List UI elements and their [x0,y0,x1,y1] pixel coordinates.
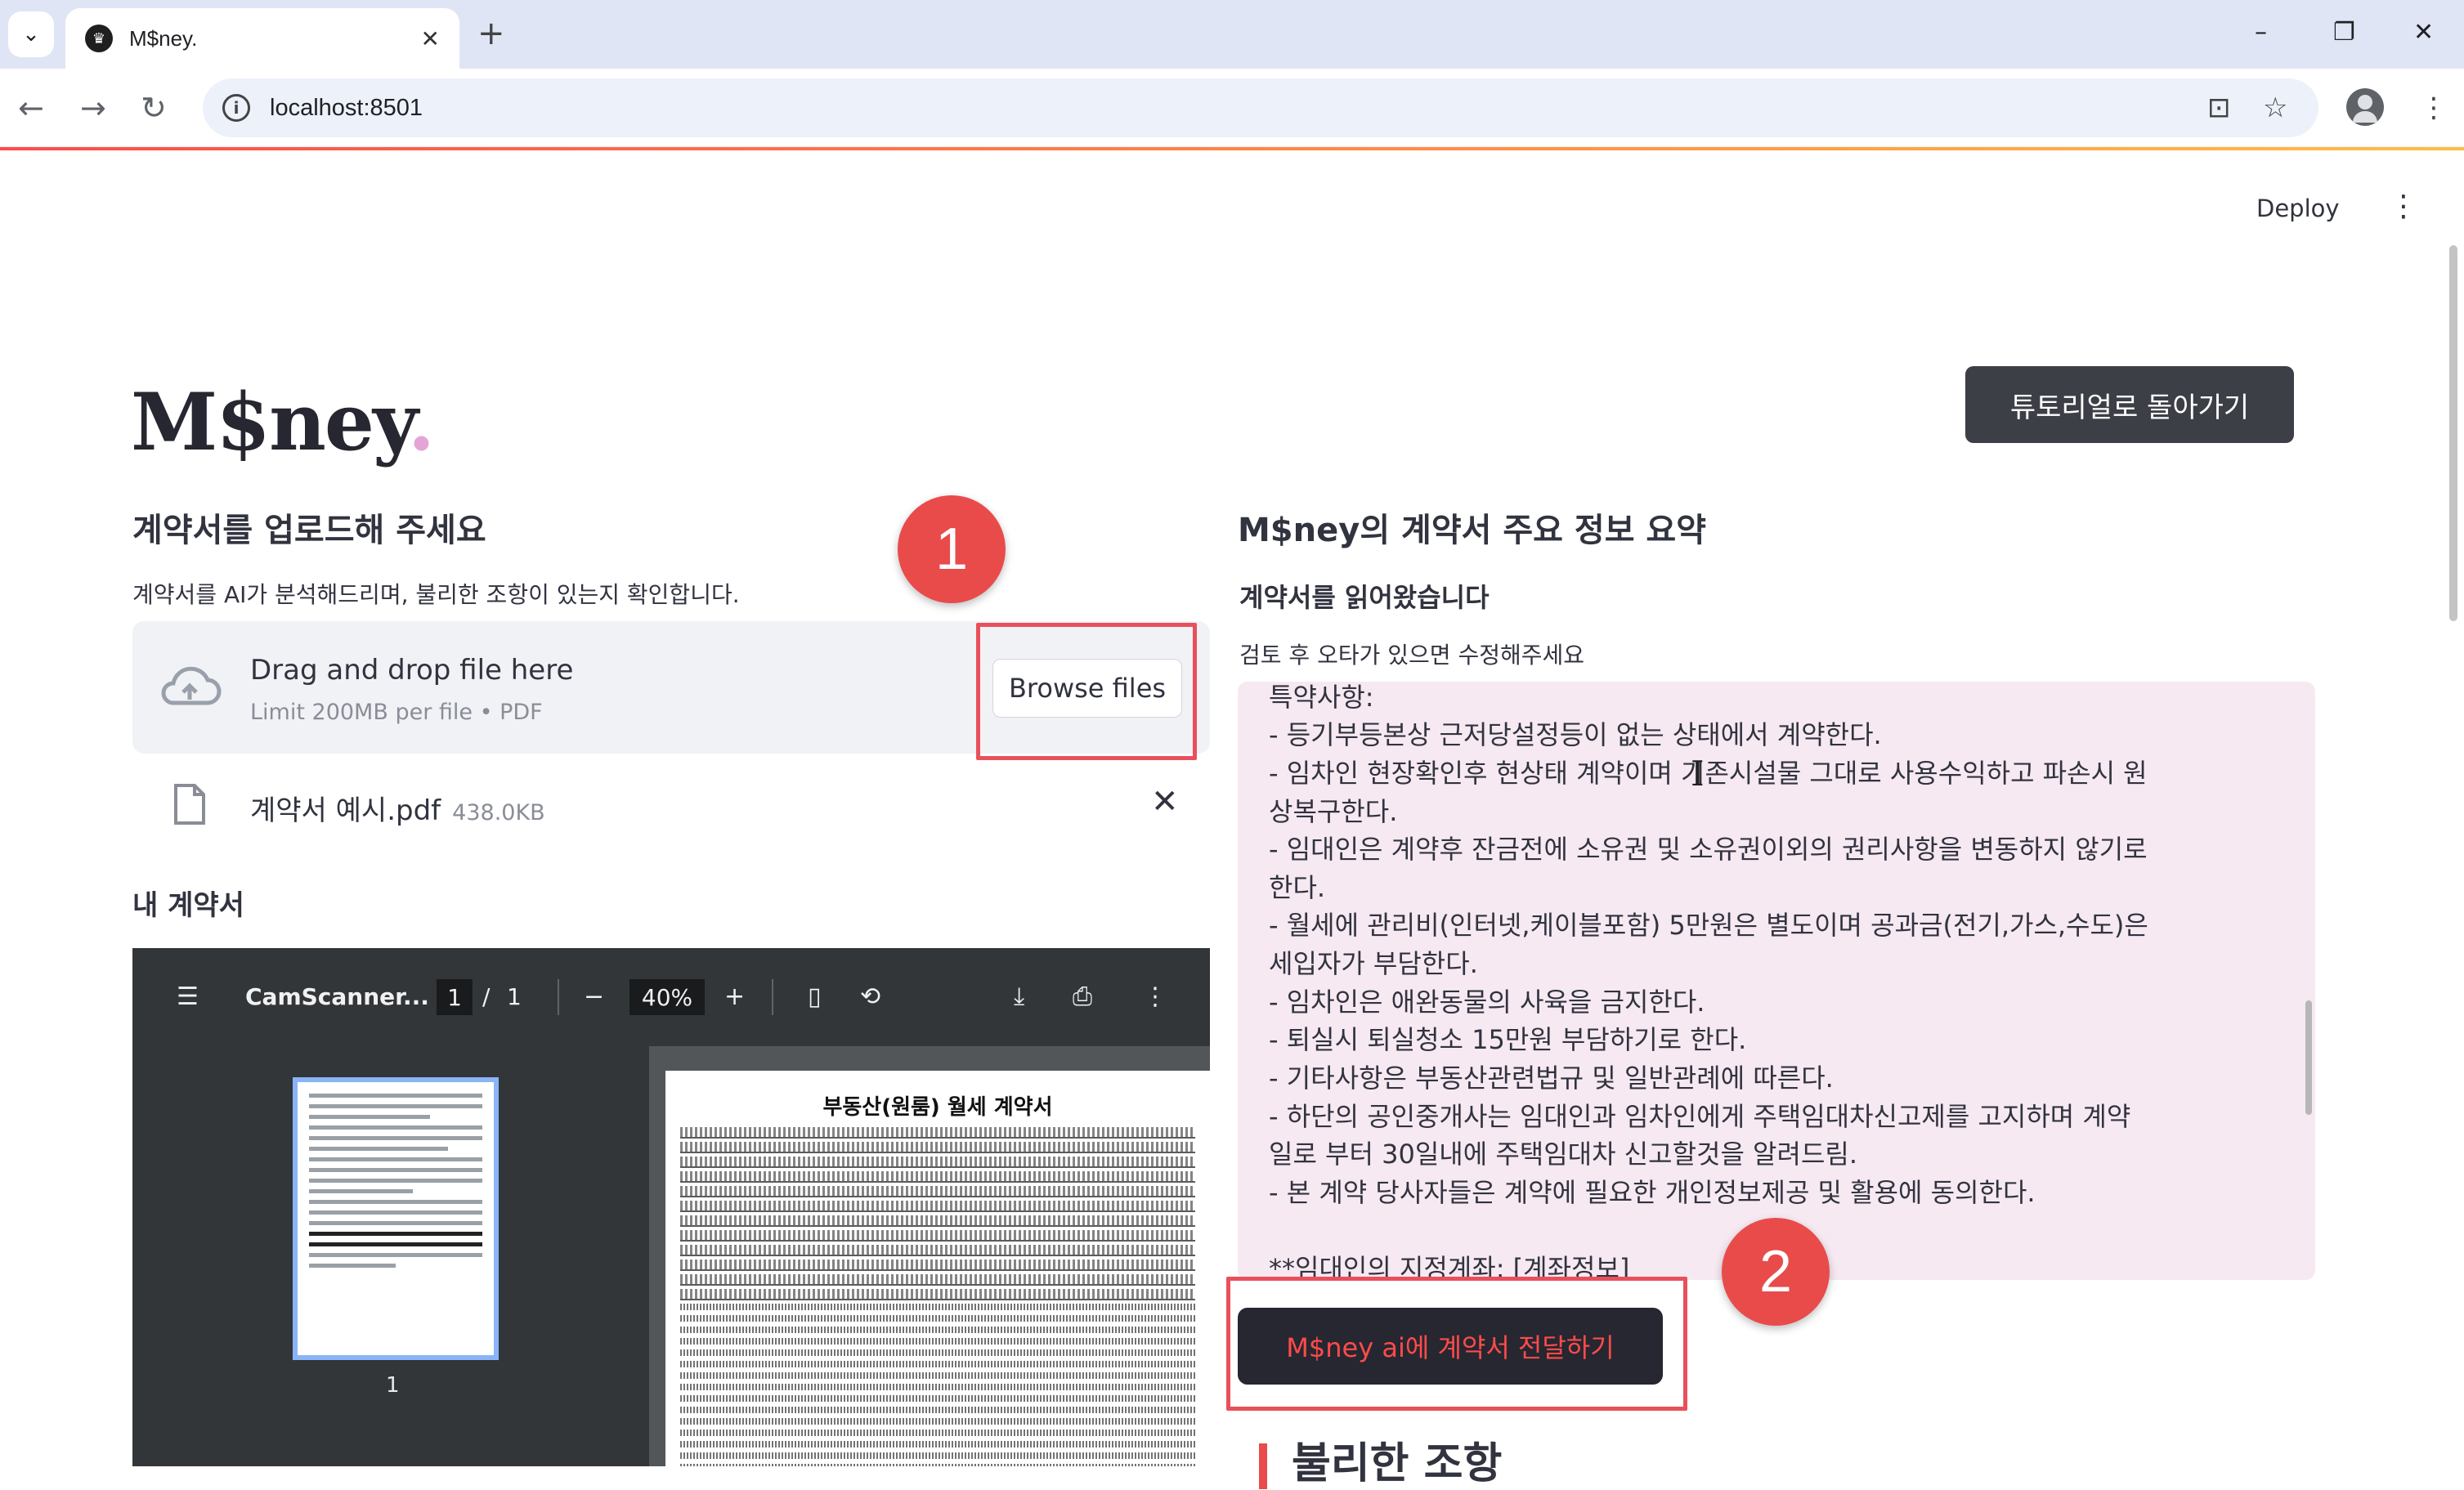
pdf-page-content: 부동산(원룸) 월세 계약서 [665,1071,1210,1466]
contract-text-line: - 임차인 현장확인후 현상태 계약이며 기존시설물 그대로 사용수익하고 파손… [1269,758,2148,789]
pdf-thumbnails-panel: 1 [132,1046,649,1466]
browser-toolbar: ← → ↻ i localhost:8501 ⊡ ☆ ⋮ [0,69,2464,147]
app-favicon-icon: ♛ [85,25,113,52]
contract-text-line: - 하단의 공인중개사는 임대인과 임차인에게 주택임대차신고제를 고지하며 계… [1269,1101,2131,1132]
upload-heading: 계약서를 업로드해 주세요 [132,512,486,549]
profile-avatar-icon[interactable] [2346,88,2384,126]
remove-file-icon[interactable]: ✕ [1151,783,1179,821]
annotation-box-2 [1226,1277,1687,1411]
new-tab-button[interactable]: + [477,13,505,54]
dropzone-instruction: Drag and drop file here [250,654,574,687]
zoom-in-icon[interactable]: + [724,982,745,1012]
summary-subheading: 계약서를 읽어왔습니다 [1239,582,1490,613]
pdf-toolbar-divider [558,979,559,1015]
unfavorable-clauses-heading: 불리한 조항 [1259,1429,1502,1490]
thumbnail-page-number: 1 [386,1373,400,1398]
browser-menu-icon[interactable]: ⋮ [2420,90,2448,126]
pdf-toolbar-divider [772,979,773,1015]
file-icon [174,784,205,825]
tab-title: M$ney. [129,25,198,51]
contract-text-line: - 기타사항은 부동산관련법규 및 일반관례에 따른다. [1269,1063,1834,1094]
reload-icon[interactable]: ↻ [141,88,167,128]
uploaded-file-row: 계약서 예시.pdf 438.0KB ✕ [132,776,1210,842]
restore-button[interactable]: ❐ [2333,16,2355,49]
forward-icon[interactable]: → [80,88,106,128]
contract-text-line: 특약사항: [1269,682,1374,713]
my-contract-heading: 내 계약서 [132,889,244,922]
pdf-page-input[interactable]: 1 [437,979,473,1015]
pdf-page-separator: / [482,983,491,1010]
back-icon[interactable]: ← [18,88,44,128]
upload-caption: 계약서를 AI가 분석해드리며, 불리한 조항이 있는지 확인합니다. [132,581,740,608]
download-icon[interactable]: ⤓ [1014,982,1024,1012]
pdf-page-total: 1 [507,983,522,1010]
deploy-button[interactable]: Deploy [2256,195,2340,222]
app-menu-icon[interactable]: ⋮ [2389,190,2418,223]
pdf-page-title: 부동산(원룸) 월세 계약서 [822,1095,1053,1120]
contract-text-line: - 임대인은 계약후 잔금전에 소유권 및 소유권이외의 권리사항을 변동하지 … [1269,834,2148,865]
contract-text-line: 일로 부터 30일내에 주택임대차 신고할것을 알려드림. [1269,1139,1857,1170]
uploaded-file-size: 438.0KB [452,800,545,826]
url-text: localhost:8501 [270,94,423,121]
address-bar[interactable]: i localhost:8501 [203,78,2318,137]
annotation-badge-2: 2 [1722,1218,1830,1326]
annotation-badge-1: 1 [898,495,1006,603]
pdf-page-thumbnail[interactable] [293,1077,499,1360]
summary-caption: 검토 후 오타가 있으면 수정해주세요 [1239,642,1585,669]
contract-text-line: 세입자가 부담한다. [1269,948,1478,979]
fit-page-icon[interactable]: ▯ [808,982,822,1012]
minimize-button[interactable]: – [2255,16,2267,49]
back-to-tutorial-button[interactable]: 튜토리얼로 돌아가기 [1965,366,2294,443]
contract-text-area[interactable]: 특약사항: - 등기부등본상 근저당설정등이 없는 상태에서 계약한다. - 임… [1238,682,2315,1280]
close-window-button[interactable]: ✕ [2413,16,2434,49]
summary-heading: M$ney의 계약서 주요 정보 요약 [1238,512,1707,549]
tab-search-dropdown-icon[interactable]: ⌄ [8,11,54,57]
translate-icon[interactable]: ⊡ [2207,90,2231,126]
pdf-document-title: CamScanner... [245,983,429,1010]
zoom-level[interactable]: 40% [629,979,705,1015]
contract-text-line: - 퇴실시 퇴실청소 15만원 부담하기로 한다. [1269,1024,1747,1055]
rotate-icon[interactable]: ⟲ [860,982,880,1012]
site-info-icon[interactable]: i [222,94,250,122]
textarea-scrollbar[interactable] [2305,1000,2312,1115]
heading-accent-bar [1259,1443,1267,1489]
print-icon[interactable]: ⎙ [1073,982,1092,1012]
text-cursor-icon: I [1691,754,1705,794]
annotation-box-1 [976,623,1197,760]
browser-tab-active[interactable]: ♛ M$ney. ✕ [65,8,459,69]
contract-text-line: 한다. [1269,872,1326,903]
contract-text-line: 상복구한다. [1269,796,1398,827]
app-logo: M$ney. [131,376,435,468]
contract-text-line: - 등기부등본상 근저당설정등이 없는 상태에서 계약한다. [1269,719,1882,750]
pdf-more-icon[interactable]: ⋮ [1143,982,1167,1012]
bookmark-star-icon[interactable]: ☆ [2263,90,2287,126]
tab-close-icon[interactable]: ✕ [421,25,440,52]
contract-text-line: - 임차인은 애완동물의 사육을 금지한다. [1269,987,1705,1018]
contract-text-line: - 월세에 관리비(인터넷,케이블포함) 5만원은 별도이며 공과금(전기,가스… [1269,910,2148,941]
zoom-out-icon[interactable]: − [584,982,604,1012]
pdf-viewer[interactable]: ☰ CamScanner... 1 / 1 − 40% + ▯ ⟲ ⤓ ⎙ ⋮ … [132,948,1210,1466]
pdf-toolbar: ☰ CamScanner... 1 / 1 − 40% + ▯ ⟲ ⤓ ⎙ ⋮ [132,948,1210,1046]
browser-tab-bar: ⌄ ♛ M$ney. ✕ + – ❐ ✕ [0,0,2464,69]
streamlit-decoration-bar [0,147,2464,150]
cloud-upload-icon [161,666,222,705]
dropzone-limit: Limit 200MB per file • PDF [250,700,543,725]
uploaded-file-name: 계약서 예시.pdf 438.0KB [250,794,545,827]
pdf-sidebar-menu-icon[interactable]: ☰ [177,982,199,1012]
contract-text-line: - 본 계약 당사자들은 계약에 필요한 개인정보제공 및 활용에 동의한다. [1269,1177,2036,1208]
contract-text-line: **임대인의 지정계좌: [계좌정보] [1269,1253,1630,1280]
page-scrollbar[interactable] [2449,245,2457,621]
